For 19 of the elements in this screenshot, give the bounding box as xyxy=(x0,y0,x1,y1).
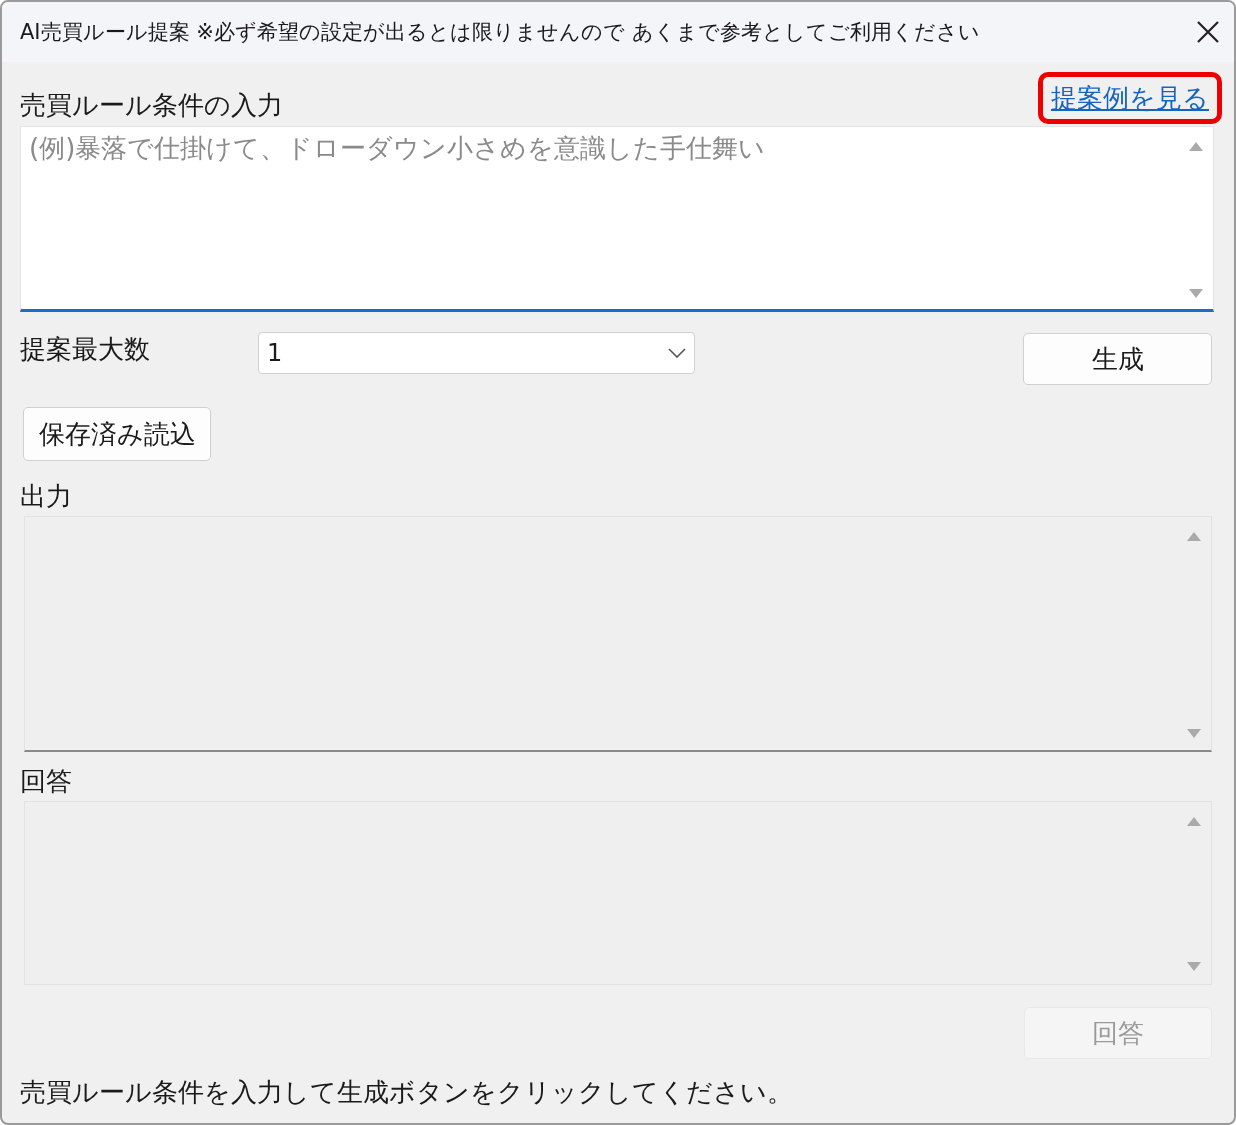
window-title: AI売買ルール提案 ※必ず希望の設定が出るとは限りませんので あくまで参考としてご利用ください xyxy=(20,19,980,46)
scroll-down-arrow-icon[interactable] xyxy=(1188,288,1204,300)
scroll-up-arrow-icon[interactable] xyxy=(1188,140,1204,152)
generate-button[interactable]: 生成 xyxy=(1023,333,1212,385)
close-icon[interactable] xyxy=(1196,20,1220,44)
condition-input-field[interactable]: (例)暴落で仕掛けて、ドローダウン小さめを意識した手仕舞い xyxy=(20,126,1214,312)
field-label: 提案最大数 xyxy=(20,333,151,366)
field-label: 出力 xyxy=(20,480,73,513)
scroll-down-arrow-icon[interactable] xyxy=(1186,728,1202,740)
load-saved-button[interactable]: 保存済み読込 xyxy=(23,407,211,461)
scroll-up-arrow-icon[interactable] xyxy=(1186,815,1202,827)
field-label: 回答 xyxy=(20,765,73,798)
scroll-down-arrow-icon[interactable] xyxy=(1186,961,1202,973)
max-count-dropdown[interactable]: 1 xyxy=(258,332,695,374)
scroll-up-arrow-icon[interactable] xyxy=(1186,530,1202,542)
status-message: 売買ルール条件を入力して生成ボタンをクリックしてください。 xyxy=(20,1076,794,1109)
example-link[interactable]: 提案例を見る xyxy=(1038,72,1222,124)
chevron-down-icon xyxy=(668,348,686,358)
field-label: 売買ルール条件の入力 xyxy=(20,89,283,122)
